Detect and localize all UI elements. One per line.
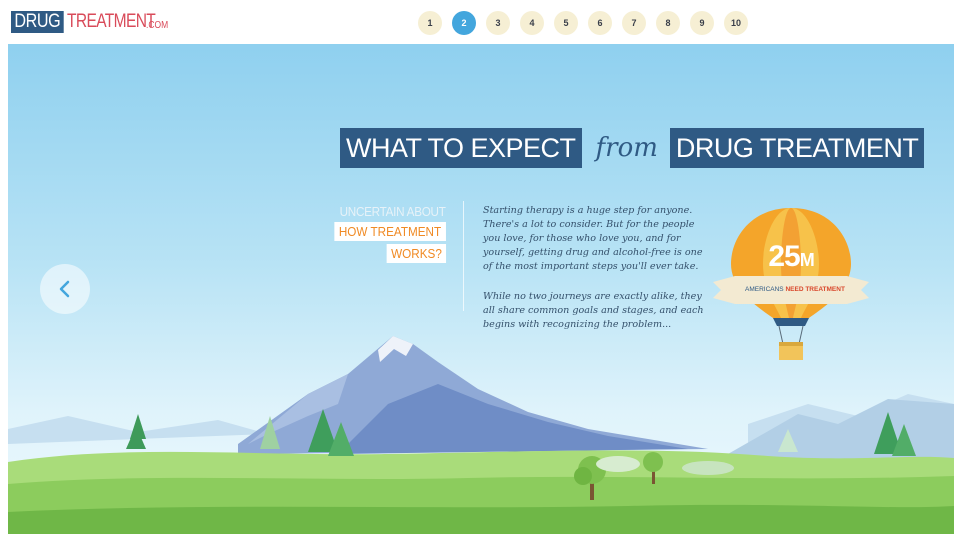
page-10-button[interactable]: 10 — [724, 11, 748, 35]
logo-drug: DRUG — [11, 11, 64, 33]
banner-prefix: AMERICANS — [745, 286, 784, 293]
headline-from: from — [595, 133, 658, 163]
stat-number: 25M — [711, 240, 871, 274]
page-4-button[interactable]: 4 — [520, 11, 544, 35]
intro-paragraph-1: Starting therapy is a huge step for anyo… — [483, 205, 703, 272]
page-3-button[interactable]: 3 — [486, 11, 510, 35]
headline-right: DRUG TREATMENT — [669, 128, 925, 168]
hot-air-balloon-icon — [713, 208, 869, 360]
logo-com: .COM — [146, 20, 169, 31]
stat-number-value: 25 — [768, 240, 800, 273]
page-7-button[interactable]: 7 — [622, 11, 646, 35]
headline-left: WHAT TO EXPECT — [340, 128, 582, 168]
side-question-line1: UNCERTAIN ABOUT — [339, 204, 446, 219]
side-question-line2: HOW TREATMENT — [334, 222, 446, 241]
page-headline: WHAT TO EXPECT from DRUG TREATMENT — [340, 128, 925, 168]
stat-banner: AMERICANS NEED TREATMENT — [745, 286, 845, 293]
top-bar: DRUG TREATMENT .COM 1 2 3 4 5 6 7 8 9 10 — [0, 0, 962, 44]
intro-text: Starting therapy is a huge step for anyo… — [483, 204, 708, 348]
banner-emphasis: NEED TREATMENT — [785, 286, 845, 293]
side-question-line3: WORKS? — [386, 244, 446, 263]
page-5-button[interactable]: 5 — [554, 11, 578, 35]
page-2-button[interactable]: 2 — [452, 11, 476, 35]
hero-scene: WHAT TO EXPECT from DRUG TREATMENT UNCER… — [8, 44, 954, 534]
side-question: UNCERTAIN ABOUT HOW TREATMENT WORKS? — [322, 204, 446, 263]
page-1-button[interactable]: 1 — [418, 11, 442, 35]
prev-slide-button[interactable] — [40, 264, 90, 314]
page-9-button[interactable]: 9 — [690, 11, 714, 35]
intro-paragraph-2: While no two journeys are exactly alike,… — [483, 291, 704, 330]
stat-number-unit: M — [799, 250, 815, 270]
site-logo[interactable]: DRUG TREATMENT .COM — [11, 11, 171, 33]
page-6-button[interactable]: 6 — [588, 11, 612, 35]
page-pagination: 1 2 3 4 5 6 7 8 9 10 — [418, 11, 748, 35]
page-8-button[interactable]: 8 — [656, 11, 680, 35]
text-divider — [463, 201, 464, 311]
stat-balloon: 25M AMERICANS NEED TREATMENT — [711, 204, 871, 364]
chevron-left-icon — [59, 280, 70, 298]
logo-treatment: TREATMENT — [66, 11, 156, 32]
